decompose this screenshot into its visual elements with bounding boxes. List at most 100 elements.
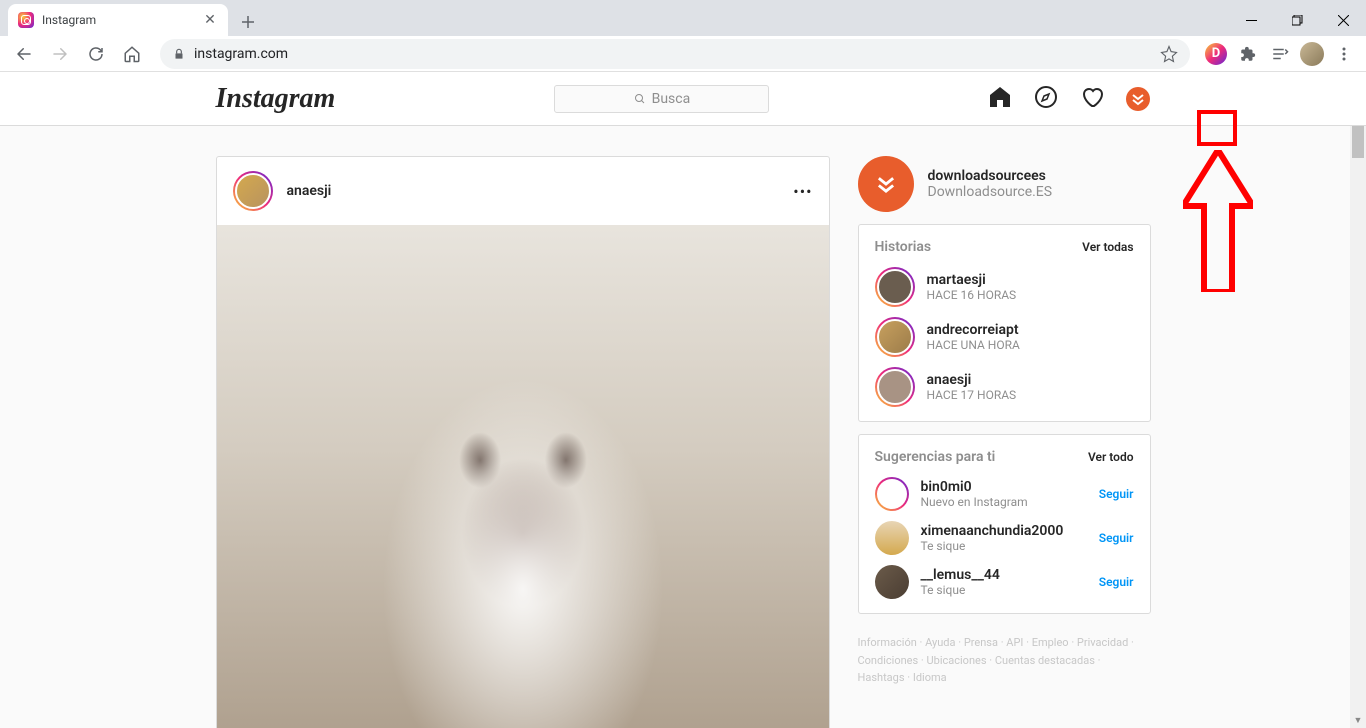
search-icon [634, 93, 646, 105]
suggestions-viewall-link[interactable]: Ver todo [1088, 450, 1134, 464]
extensions-button[interactable] [1234, 40, 1262, 68]
follow-button[interactable]: Seguir [1099, 575, 1134, 589]
profile-button[interactable] [1298, 40, 1326, 68]
suggestion-username[interactable]: __lemus__44 [921, 567, 1099, 583]
instagram-header: Instagram Busca [0, 72, 1366, 126]
lock-icon [172, 47, 186, 61]
suggestion-avatar[interactable] [875, 477, 909, 511]
search-placeholder: Busca [652, 91, 691, 107]
post-image[interactable] [217, 225, 829, 728]
browser-tab[interactable]: Instagram ✕ [8, 4, 228, 36]
sidebar-profile-avatar [858, 156, 914, 212]
window-controls [1228, 4, 1366, 36]
browser-tab-strip: Instagram ✕ [0, 0, 1366, 36]
suggestions-panel: Sugerencias para ti Ver todo bin0mi0 Nue… [858, 434, 1151, 614]
minimize-button[interactable] [1228, 4, 1274, 36]
feed: anaesji ••• [216, 156, 830, 728]
suggestion-item: __lemus__44 Te sique Seguir [875, 565, 1134, 599]
forward-button[interactable] [44, 38, 76, 70]
home-outline-icon [123, 45, 141, 63]
stories-title: Historias [875, 239, 932, 255]
story-item[interactable]: anaesji HACE 17 HORAS [875, 367, 1134, 407]
story-timestamp: HACE 16 HORAS [927, 288, 1017, 302]
reading-list-icon [1271, 45, 1289, 63]
footer-links: Información · Ayuda · Prensa · API · Emp… [858, 634, 1151, 687]
minimize-icon [1246, 20, 1257, 21]
profile-avatar-icon [1300, 42, 1324, 66]
story-timestamp: HACE 17 HORAS [927, 388, 1017, 402]
suggestion-username[interactable]: ximenaanchundia2000 [921, 523, 1099, 539]
footer-line[interactable]: Condiciones · Ubicaciones · Cuentas dest… [858, 654, 1101, 667]
story-avatar [875, 367, 915, 407]
story-username: andrecorreiapt [927, 322, 1020, 338]
maximize-button[interactable] [1274, 4, 1320, 36]
close-window-button[interactable] [1320, 4, 1366, 36]
suggestion-subtitle: Te sique [921, 583, 1099, 597]
url-text: instagram.com [194, 46, 288, 62]
post-username[interactable]: anaesji [287, 183, 794, 199]
new-tab-button[interactable] [234, 8, 262, 36]
nav-explore-button[interactable] [1034, 85, 1058, 113]
story-avatar [875, 267, 915, 307]
address-bar[interactable]: instagram.com [160, 39, 1190, 69]
heart-icon [1080, 85, 1104, 109]
extension-d-button[interactable]: D [1202, 40, 1230, 68]
footer-line[interactable]: Información · Ayuda · Prensa · API · Emp… [858, 636, 1134, 649]
chevron-badge-icon [874, 174, 898, 194]
story-username: martaesji [927, 272, 1017, 288]
home-button[interactable] [116, 38, 148, 70]
main-content: anaesji ••• downloadsourcees Downloadsou… [216, 126, 1151, 728]
story-item[interactable]: martaesji HACE 16 HORAS [875, 267, 1134, 307]
suggestion-item: bin0mi0 Nuevo en Instagram Seguir [875, 477, 1134, 511]
reload-icon [87, 45, 105, 63]
instagram-logo[interactable]: Instagram [216, 83, 336, 115]
post-header: anaesji ••• [217, 157, 829, 225]
follow-button[interactable]: Seguir [1099, 487, 1134, 501]
menu-button[interactable] [1330, 40, 1358, 68]
search-input[interactable]: Busca [554, 85, 769, 113]
post-more-button[interactable]: ••• [793, 182, 812, 201]
suggestions-title: Sugerencias para ti [875, 449, 996, 465]
puzzle-icon [1239, 45, 1257, 63]
footer-line[interactable]: Hashtags · Idioma [858, 671, 947, 684]
three-dots-icon [1336, 46, 1352, 62]
suggestion-avatar[interactable] [875, 521, 909, 555]
compass-icon [1034, 85, 1058, 109]
arrow-left-icon [15, 45, 33, 63]
suggestion-avatar[interactable] [875, 565, 909, 599]
suggestion-subtitle: Nuevo en Instagram [921, 495, 1099, 509]
arrow-right-icon [51, 45, 69, 63]
close-icon [1338, 15, 1349, 26]
reading-list-button[interactable] [1266, 40, 1294, 68]
stories-panel: Historias Ver todas martaesji HACE 16 HO… [858, 224, 1151, 422]
home-icon [988, 85, 1012, 109]
story-item[interactable]: andrecorreiapt HACE UNA HORA [875, 317, 1134, 357]
nav-profile-button[interactable] [1126, 87, 1150, 111]
nav-activity-button[interactable] [1080, 85, 1104, 113]
post: anaesji ••• [216, 156, 830, 728]
stories-viewall-link[interactable]: Ver todas [1082, 240, 1133, 254]
suggestion-username[interactable]: bin0mi0 [921, 479, 1099, 495]
follow-button[interactable]: Seguir [1099, 531, 1134, 545]
sidebar-fullname: Downloadsource.ES [928, 184, 1053, 200]
tab-title: Instagram [42, 13, 194, 27]
sidebar-username[interactable]: downloadsourcees [928, 168, 1053, 184]
back-button[interactable] [8, 38, 40, 70]
extension-d-icon: D [1205, 43, 1227, 65]
post-author-avatar[interactable] [233, 171, 273, 211]
bookmark-star-button[interactable] [1160, 45, 1178, 63]
chevron-badge-icon [1131, 92, 1145, 106]
story-username: anaesji [927, 372, 1017, 388]
maximize-icon [1292, 15, 1303, 26]
story-avatar [875, 317, 915, 357]
browser-toolbar: instagram.com D [0, 36, 1366, 72]
reload-button[interactable] [80, 38, 112, 70]
header-nav [988, 85, 1150, 113]
sidebar: downloadsourcees Downloadsource.ES Histo… [858, 156, 1151, 728]
suggestion-subtitle: Te sique [921, 539, 1099, 553]
close-tab-button[interactable]: ✕ [202, 12, 218, 28]
suggestion-item: ximenaanchundia2000 Te sique Seguir [875, 521, 1134, 555]
plus-icon [241, 15, 255, 29]
nav-home-button[interactable] [988, 85, 1012, 113]
sidebar-profile[interactable]: downloadsourcees Downloadsource.ES [858, 156, 1151, 212]
